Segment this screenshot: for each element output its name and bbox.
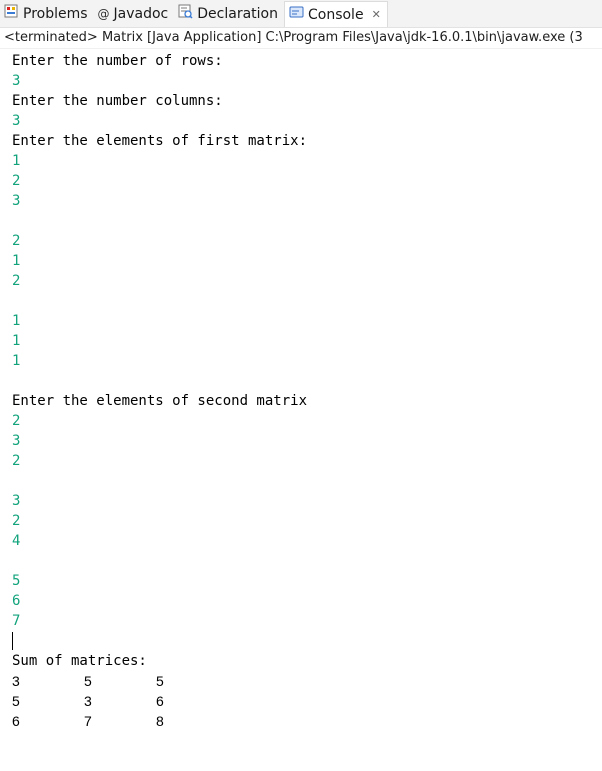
sum-matrix-cell: 5 (84, 673, 92, 689)
console-output[interactable]: Enter the number of rows: 3 Enter the numb… (0, 49, 602, 731)
console-status-line: <terminated> Matrix [Java Application] C… (0, 28, 602, 49)
sum-matrix-cell: 3 (84, 693, 92, 709)
tab-javadoc-label: Javadoc (113, 5, 169, 22)
console-input-line: 3 (12, 73, 21, 89)
sum-matrix: 3 5 5 5 3 6 6 7 8 (12, 671, 602, 731)
console-lines: Enter the number of rows: 3 Enter the numb… (12, 51, 602, 631)
console-input-line: 1 (12, 253, 21, 269)
console-output-line: Enter the elements of second matrix (12, 393, 308, 409)
console-input-line: 3 (12, 113, 21, 129)
close-icon[interactable]: ✕ (372, 8, 381, 21)
tab-declaration-label: Declaration (197, 5, 278, 22)
console-input-line: 3 (12, 433, 21, 449)
sum-matrix-row: 3 5 5 (12, 671, 602, 691)
problems-icon (4, 4, 19, 23)
console-input-line: 1 (12, 313, 21, 329)
console-icon (289, 5, 304, 24)
at-icon: @ (97, 6, 110, 21)
sum-label: Sum of matrices: (12, 653, 147, 669)
console-input-line: 4 (12, 533, 21, 549)
console-input-line: 2 (12, 413, 21, 429)
console-input-line (12, 551, 602, 571)
console-input-line: 2 (12, 233, 21, 249)
console-input-line: 1 (12, 333, 21, 349)
sum-matrix-cell: 7 (84, 713, 92, 729)
console-input-line (12, 471, 602, 491)
console-input-line: 5 (12, 573, 21, 589)
sum-matrix-cell: 3 (12, 673, 20, 689)
console-input-line: 7 (12, 613, 21, 629)
console-input-line: 1 (12, 353, 21, 369)
console-output-line: Enter the elements of first matrix: (12, 133, 308, 149)
console-input-line: 1 (12, 153, 21, 169)
console-input-line: 3 (12, 193, 21, 209)
sum-matrix-row: 5 3 6 (12, 691, 602, 711)
console-output-line: Enter the number columns: (12, 93, 223, 109)
console-output-line: Enter the number of rows: (12, 53, 223, 69)
tab-problems[interactable]: Problems (0, 0, 94, 27)
tab-declaration[interactable]: Declaration (174, 0, 284, 27)
tab-javadoc[interactable]: @ Javadoc (94, 0, 175, 27)
view-tab-bar: Problems @ Javadoc Declaration Console ✕ (0, 0, 602, 28)
tab-console-label: Console (307, 6, 364, 23)
input-caret-line[interactable] (12, 631, 602, 651)
tab-console[interactable]: Console ✕ (283, 1, 388, 27)
console-input-line: 2 (12, 273, 21, 289)
sum-matrix-row: 6 7 8 (12, 711, 602, 731)
console-input-line (12, 211, 602, 231)
sum-matrix-cell: 8 (156, 713, 164, 729)
console-input-line: 2 (12, 513, 21, 529)
text-caret (12, 632, 13, 650)
console-input-line (12, 291, 602, 311)
console-input-line (12, 371, 602, 391)
sum-matrix-cell: 6 (12, 713, 20, 729)
console-input-line: 2 (12, 453, 21, 469)
declaration-icon (178, 4, 193, 23)
tab-problems-label: Problems (23, 5, 88, 22)
console-input-line: 6 (12, 593, 21, 609)
sum-matrix-cell: 5 (12, 693, 20, 709)
sum-matrix-cell: 6 (156, 693, 164, 709)
console-input-line: 2 (12, 173, 21, 189)
console-input-line: 3 (12, 493, 21, 509)
sum-matrix-cell: 5 (156, 673, 164, 689)
